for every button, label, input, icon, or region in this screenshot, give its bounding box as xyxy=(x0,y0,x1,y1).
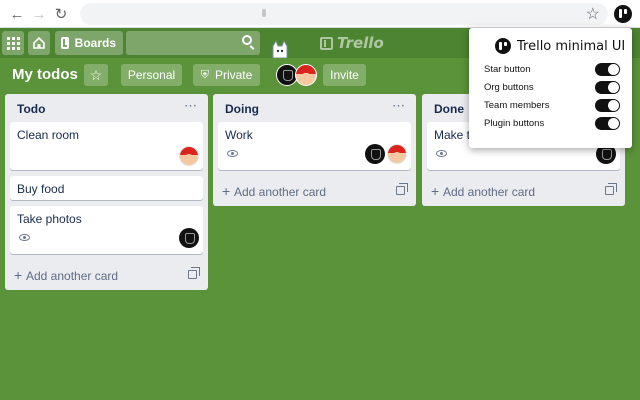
template-icon[interactable] xyxy=(605,183,617,195)
avatar[interactable] xyxy=(365,144,385,164)
eye-icon xyxy=(19,234,30,241)
option-org-buttons: Org buttons xyxy=(484,81,620,95)
option-label: Org buttons xyxy=(484,82,534,93)
option-plugin-buttons: Plugin buttons xyxy=(484,117,620,131)
address-bar[interactable]: ☆ xyxy=(80,3,608,25)
option-label: Star button xyxy=(484,64,531,75)
card[interactable]: Take photos xyxy=(10,206,203,254)
card-title: Clean room xyxy=(17,128,80,142)
board-icon xyxy=(61,37,69,49)
avatar[interactable] xyxy=(179,228,199,248)
star-icon[interactable]: ☆ xyxy=(586,4,600,24)
more-icon[interactable]: ⋯ xyxy=(392,98,406,114)
plus-icon: + xyxy=(14,267,23,283)
boards-label: Boards xyxy=(74,36,116,50)
toggle-switch[interactable] xyxy=(595,117,620,130)
trello-logo-icon xyxy=(495,38,511,54)
reload-icon[interactable]: ↻ xyxy=(52,5,70,23)
plus-icon: + xyxy=(431,183,440,199)
logo-text: Trello xyxy=(337,34,384,52)
arrow-left-icon[interactable]: ← xyxy=(8,5,26,23)
toggle-switch[interactable] xyxy=(595,81,620,94)
lock-icon: ⛨ xyxy=(200,68,209,81)
visibility-button[interactable]: ⛨ Private xyxy=(193,64,260,86)
popup-header: Trello minimal UI xyxy=(495,38,625,54)
avatar[interactable] xyxy=(387,144,407,164)
list-doing: Doing ⋯ Work + Add another card xyxy=(213,94,416,206)
list-title[interactable]: Doing xyxy=(225,102,259,116)
template-icon[interactable] xyxy=(188,267,200,279)
option-star-button: Star button xyxy=(484,63,620,77)
star-board-button[interactable]: ☆ xyxy=(84,64,108,86)
mascot-icon xyxy=(272,40,288,58)
add-card-button[interactable]: + Add another card xyxy=(218,176,411,206)
board-members[interactable] xyxy=(276,64,318,86)
eye-icon xyxy=(436,150,447,157)
trello-extension-icon[interactable] xyxy=(614,5,632,23)
avatar[interactable] xyxy=(295,64,317,86)
home-icon[interactable] xyxy=(28,31,50,55)
card[interactable]: Buy food xyxy=(10,176,203,200)
eye-icon xyxy=(227,150,238,157)
list-todo: Todo ⋯ Clean room Buy food Take photos +… xyxy=(5,94,208,290)
browser-toolbar: ← → ↻ ☆ xyxy=(0,0,640,28)
option-label: Plugin buttons xyxy=(484,118,545,129)
avatar[interactable] xyxy=(179,146,199,166)
trello-logo[interactable]: Trello xyxy=(320,34,384,52)
url-cursor xyxy=(262,9,266,17)
popup-title: Trello minimal UI xyxy=(517,38,626,54)
plus-icon: + xyxy=(222,183,231,199)
arrow-right-icon[interactable]: → xyxy=(30,5,48,23)
add-card-button[interactable]: + Add another card xyxy=(427,176,620,206)
option-team-members: Team members xyxy=(484,99,620,113)
card-title: Buy food xyxy=(17,182,65,196)
list-title[interactable]: Todo xyxy=(17,102,45,116)
add-card-label: Add another card xyxy=(26,269,119,283)
more-icon[interactable]: ⋯ xyxy=(184,98,198,114)
invite-button[interactable]: Invite xyxy=(323,64,366,86)
search-input[interactable] xyxy=(126,31,260,55)
toggle-switch[interactable] xyxy=(595,99,620,112)
add-card-label: Add another card xyxy=(234,185,327,199)
team-button[interactable]: Personal xyxy=(121,64,182,86)
list-title[interactable]: Done xyxy=(434,102,464,116)
template-icon[interactable] xyxy=(396,183,408,195)
visibility-label: Private xyxy=(214,68,253,82)
card[interactable]: Work xyxy=(218,122,411,170)
add-card-label: Add another card xyxy=(443,185,536,199)
grid-icon[interactable] xyxy=(2,31,24,55)
trello-logo-icon xyxy=(320,36,333,50)
card-title: Take photos xyxy=(17,212,82,226)
star-icon: ☆ xyxy=(89,66,103,83)
extension-popup: Trello minimal UI Star button Org button… xyxy=(469,28,632,148)
board-title[interactable]: My todos xyxy=(12,66,78,83)
card-title: Work xyxy=(225,128,253,142)
option-label: Team members xyxy=(484,100,550,111)
add-card-button[interactable]: + Add another card xyxy=(10,260,203,290)
toggle-switch[interactable] xyxy=(595,63,620,76)
card[interactable]: Clean room xyxy=(10,122,203,170)
search-icon xyxy=(242,35,252,45)
boards-button[interactable]: Boards xyxy=(55,31,123,55)
